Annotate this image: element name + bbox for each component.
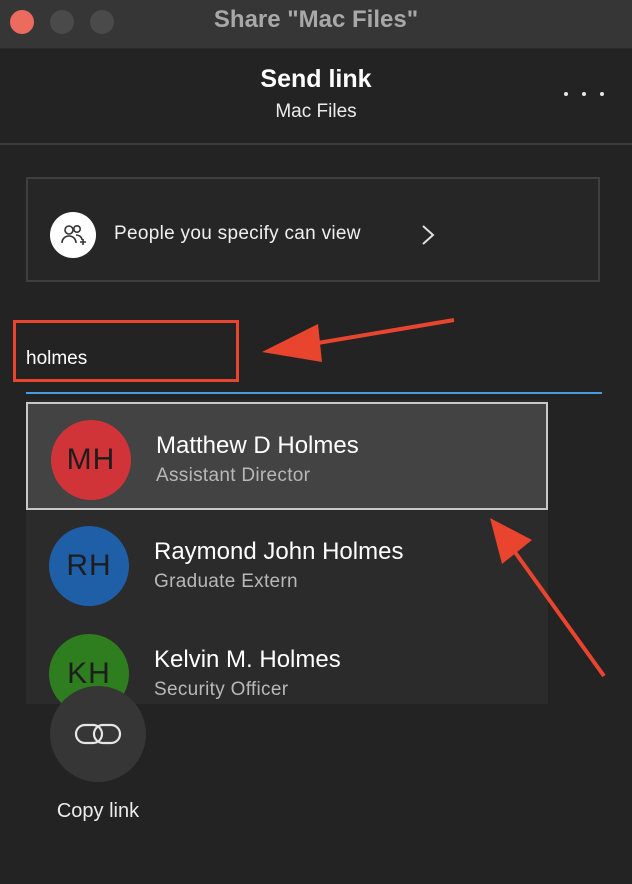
dialog-subtitle: Mac Files	[275, 101, 357, 122]
more-dot-icon	[582, 92, 586, 96]
avatar: MH	[51, 420, 131, 500]
person-title: Security Officer	[154, 679, 289, 700]
people-add-icon	[50, 212, 96, 258]
dialog-title: Send link	[260, 65, 372, 93]
permission-label: People you specify can view	[114, 223, 361, 244]
more-options-button[interactable]	[564, 89, 604, 99]
more-dot-icon	[564, 92, 568, 96]
link-icon	[74, 723, 122, 745]
copy-link-label: Copy link	[56, 800, 140, 822]
person-title: Graduate Extern	[154, 571, 298, 592]
dialog-header: Send link Mac Files	[0, 49, 632, 145]
person-title: Assistant Director	[156, 465, 311, 486]
more-dot-icon	[600, 92, 604, 96]
person-name: Raymond John Holmes	[154, 538, 404, 565]
annotation-highlight-box	[13, 320, 239, 382]
suggestion-item[interactable]: MH Matthew D Holmes Assistant Director	[26, 402, 548, 510]
suggestion-item[interactable]: RH Raymond John Holmes Graduate Extern	[26, 510, 548, 618]
window-title: Share "Mac Files"	[213, 6, 419, 33]
person-name: Kelvin M. Holmes	[154, 646, 341, 673]
suggestion-list: MH Matthew D Holmes Assistant Director R…	[26, 400, 548, 704]
title-bar: Share "Mac Files"	[0, 0, 632, 49]
person-name: Matthew D Holmes	[156, 432, 359, 459]
copy-link-button[interactable]	[50, 686, 146, 782]
chevron-right-icon	[422, 225, 435, 245]
avatar: RH	[49, 526, 129, 606]
link-permission-button[interactable]: People you specify can view	[26, 177, 600, 282]
